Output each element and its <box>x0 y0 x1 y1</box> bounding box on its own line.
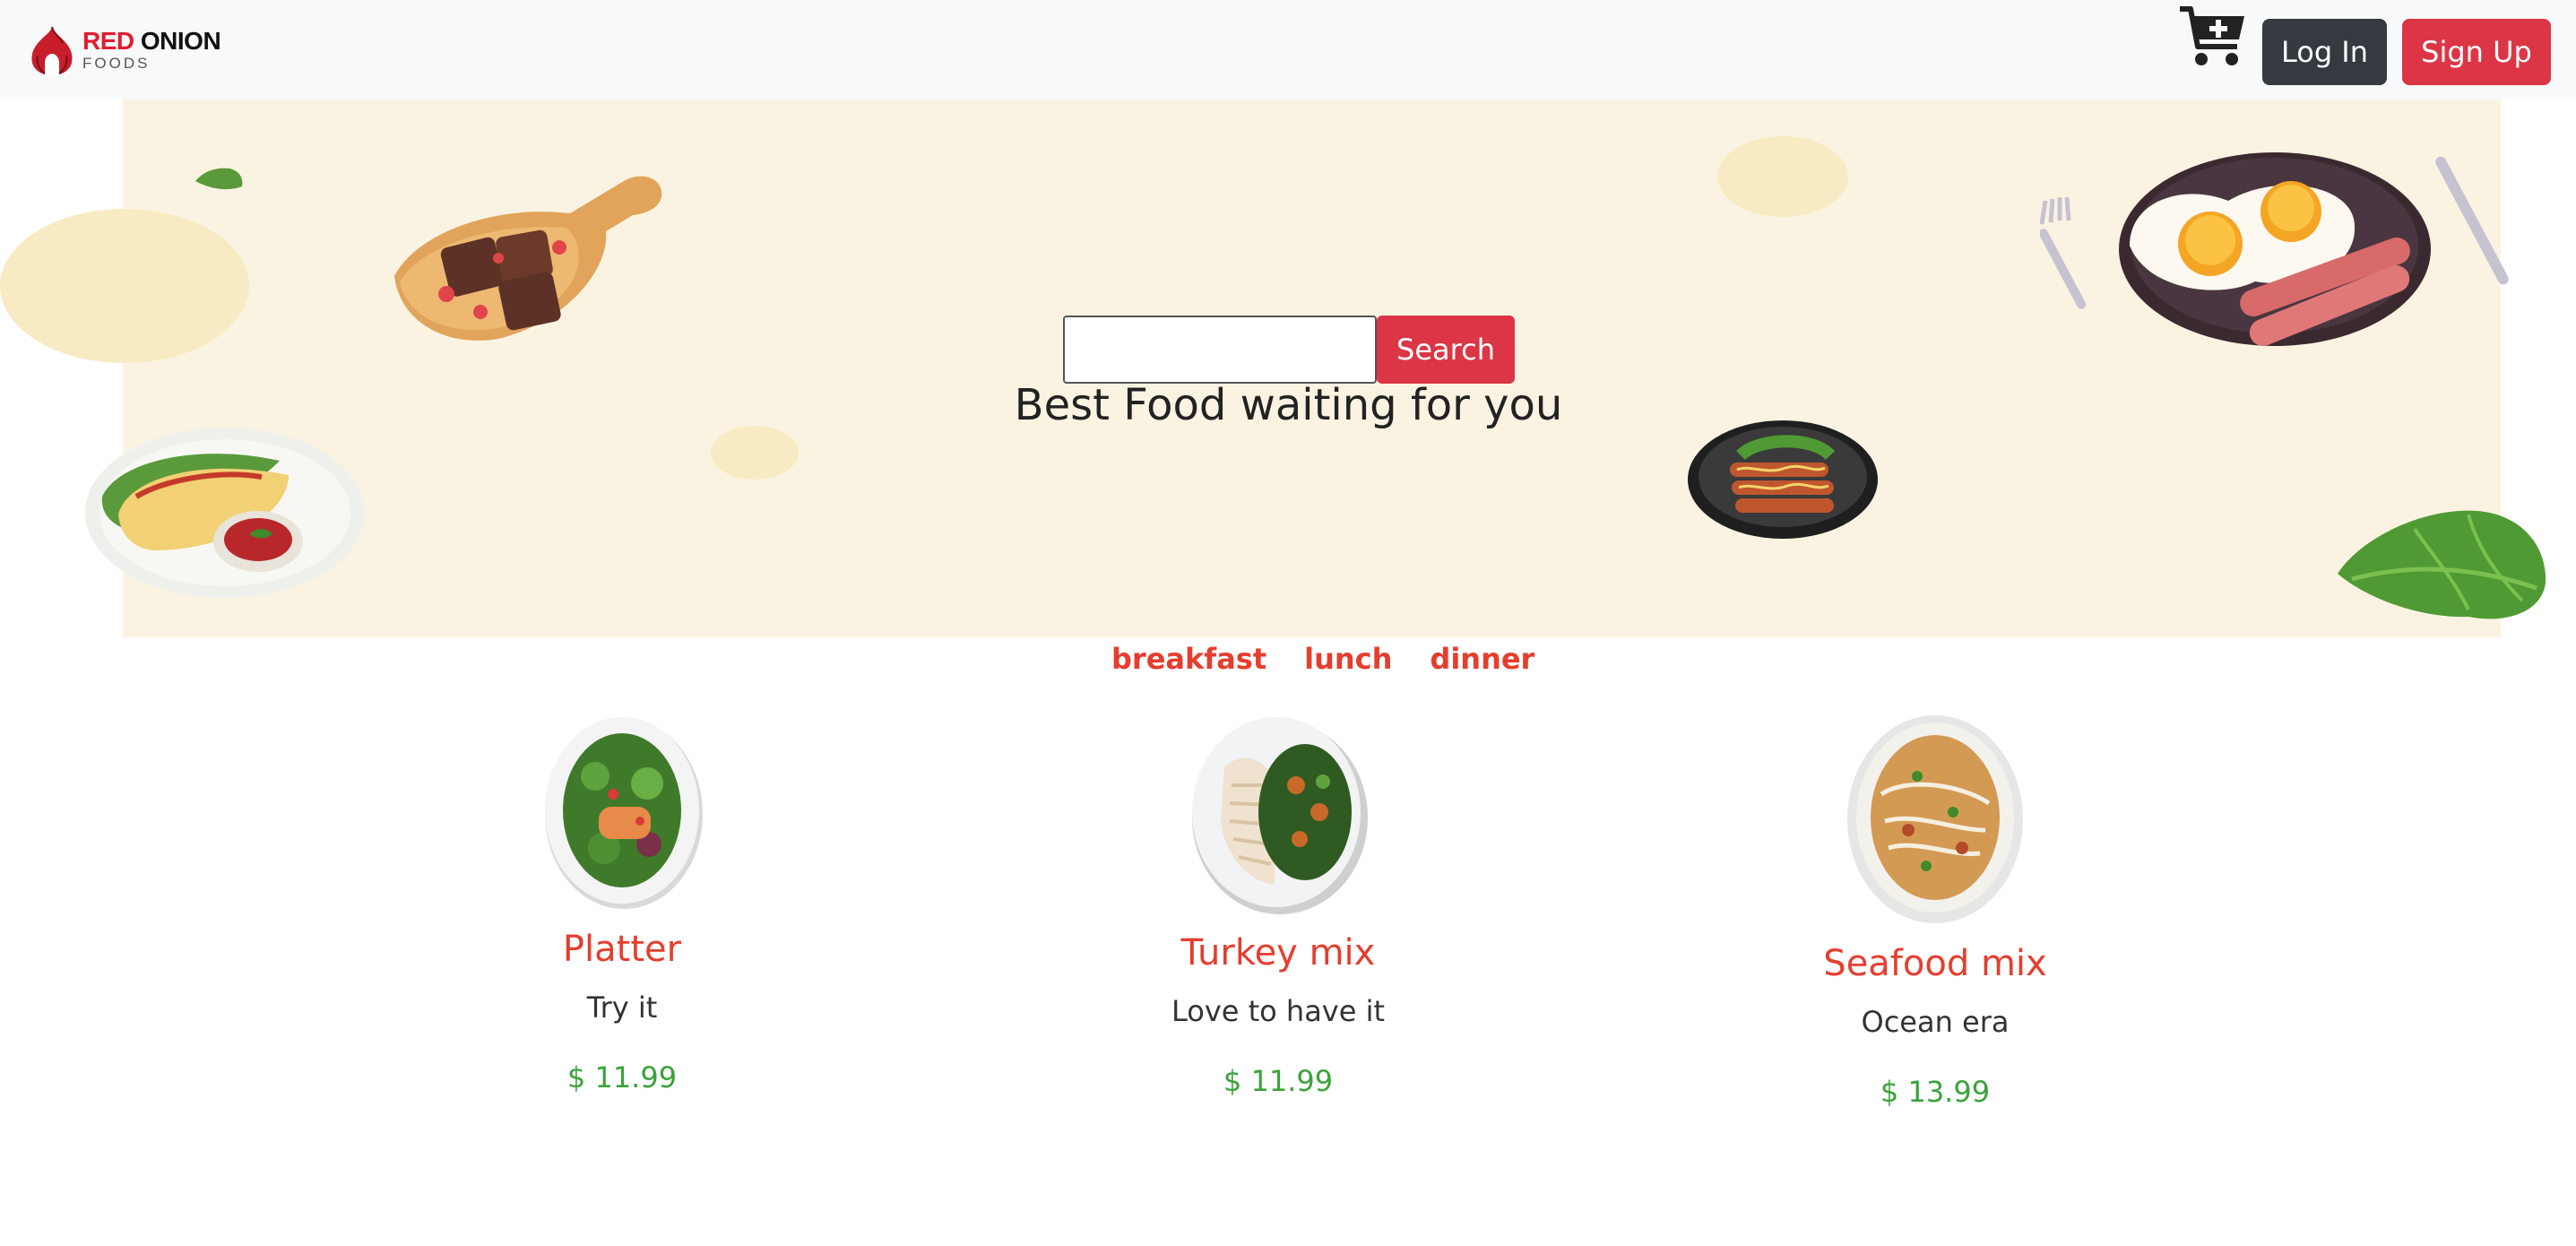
cart-plus-icon[interactable] <box>2178 5 2248 70</box>
food-card-platter[interactable]: Platter Try it $ 11.99 <box>416 714 828 1095</box>
tab-lunch[interactable]: lunch <box>1304 639 1392 679</box>
navbar: RED ONION FOODS Log In Sign Up <box>0 0 2576 100</box>
search-input[interactable] <box>1063 316 1377 384</box>
hero-tagline: Best Food waiting for you <box>1014 380 1563 430</box>
turkey-mix-image <box>1192 717 1368 914</box>
lettuce-leaf-icon <box>2338 510 2546 619</box>
category-tabs: breakfast lunch dinner <box>1111 639 1572 679</box>
food-price: $ 11.99 <box>566 1060 678 1095</box>
brand-name-red: RED <box>82 27 134 55</box>
brownie-board-icon <box>394 176 662 341</box>
decor-blob <box>711 426 799 480</box>
eggs-plate-icon <box>2040 152 2509 346</box>
decor-blob <box>1717 136 1848 217</box>
food-title: Platter <box>562 929 682 970</box>
signup-button[interactable]: Sign Up <box>2402 19 2551 85</box>
brand-logo-link[interactable]: RED ONION FOODS <box>27 23 221 77</box>
sausage-dish-icon <box>1688 420 1878 539</box>
food-description: Ocean era <box>1861 1005 2010 1039</box>
food-description: Love to have it <box>1171 994 1386 1028</box>
brand-subtitle: FOODS <box>82 55 151 72</box>
food-title: Seafood mix <box>1823 943 2047 984</box>
food-card-seafood-mix[interactable]: Seafood mix Ocean era $ 13.99 <box>1729 714 2141 1110</box>
food-description: Try it <box>586 991 658 1025</box>
search-button[interactable]: Search <box>1377 316 1515 384</box>
brand-text: RED ONION FOODS <box>82 27 221 73</box>
tab-breakfast[interactable]: breakfast <box>1111 639 1266 679</box>
brand-name: RED ONION <box>82 27 221 55</box>
tab-dinner[interactable]: dinner <box>1430 639 1534 679</box>
platter-image <box>545 717 703 909</box>
seafood-mix-image <box>1847 715 2023 923</box>
leaf-icon <box>195 168 243 190</box>
food-price: $ 11.99 <box>1223 1064 1334 1098</box>
onion-logo-icon <box>31 26 73 75</box>
taco-plate-icon <box>85 428 365 598</box>
decor-blob <box>0 209 249 363</box>
login-button[interactable]: Log In <box>2262 19 2387 85</box>
food-price: $ 13.99 <box>1880 1075 1991 1109</box>
brand-name-dark: ONION <box>140 27 221 55</box>
food-card-turkey-mix[interactable]: Turkey mix Love to have it $ 11.99 <box>1072 714 1484 1099</box>
food-title: Turkey mix <box>1180 932 1376 973</box>
